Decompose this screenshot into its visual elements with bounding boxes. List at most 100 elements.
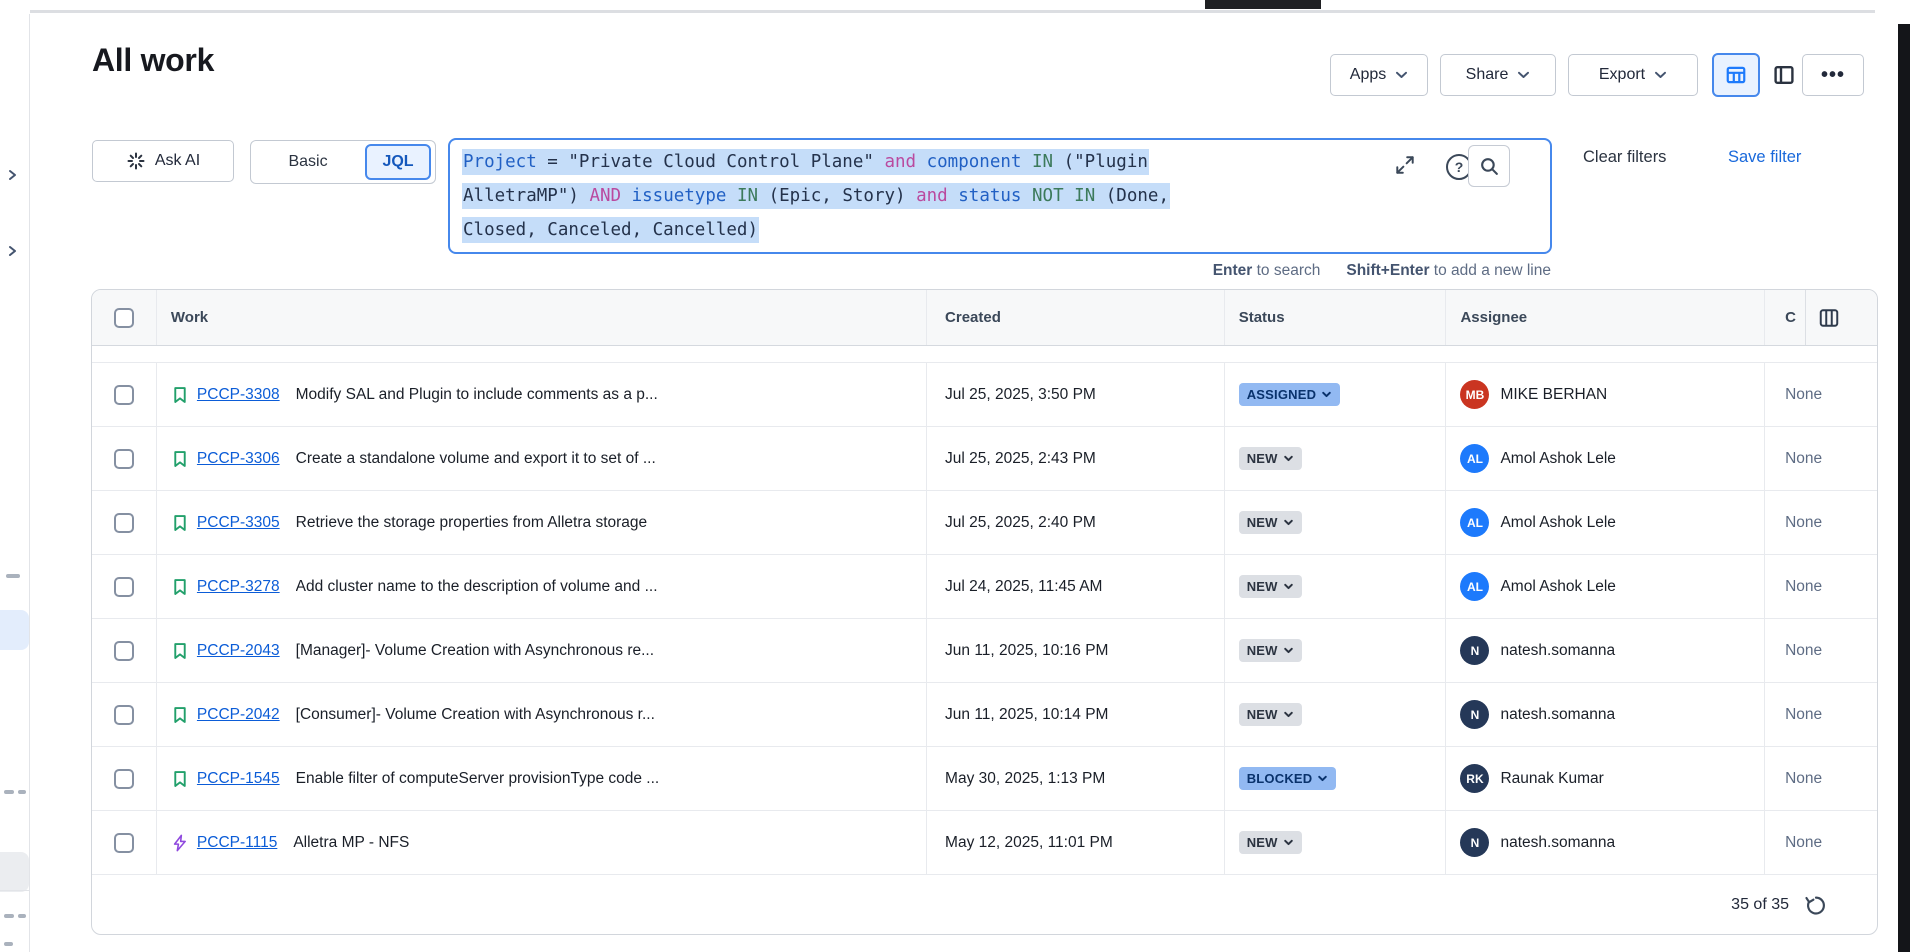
jql-editor[interactable]: Project = "Private Cloud Control Plane" … bbox=[448, 138, 1552, 254]
extra-column-value: None bbox=[1785, 706, 1822, 724]
table-row[interactable]: PCCP-3308 Modify SAL and Plugin to inclu… bbox=[92, 363, 1877, 427]
export-button-label: Export bbox=[1599, 66, 1645, 84]
issue-key-link[interactable]: PCCP-3278 bbox=[197, 578, 280, 596]
jql-token: and bbox=[884, 152, 916, 172]
jql-query-text[interactable]: Project = "Private Cloud Control Plane" … bbox=[450, 140, 1550, 252]
status-badge[interactable]: NEW bbox=[1239, 703, 1302, 726]
jql-selection-highlight: Project = "Private Cloud Control Plane" … bbox=[462, 149, 1149, 175]
avatar: N bbox=[1460, 828, 1489, 857]
column-header-created[interactable]: Created bbox=[927, 290, 1225, 345]
extra-column-value: None bbox=[1785, 770, 1822, 788]
jql-line: Project = "Private Cloud Control Plane" … bbox=[462, 145, 1538, 179]
tab-basic[interactable]: Basic bbox=[251, 153, 365, 171]
apps-button[interactable]: Apps bbox=[1330, 54, 1428, 96]
column-header-truncated[interactable]: C bbox=[1765, 290, 1877, 345]
table-row[interactable]: PCCP-1545 Enable filter of computeServer… bbox=[92, 747, 1877, 811]
issue-summary[interactable]: Create a standalone volume and export it… bbox=[296, 450, 656, 468]
issue-summary[interactable]: Modify SAL and Plugin to include comment… bbox=[296, 386, 658, 404]
row-checkbox[interactable] bbox=[114, 769, 134, 789]
assignee-name: natesh.somanna bbox=[1500, 642, 1615, 660]
row-checkbox[interactable] bbox=[114, 385, 134, 405]
list-view-toggle[interactable] bbox=[1712, 53, 1760, 97]
column-header-work[interactable]: Work bbox=[157, 290, 927, 345]
detail-view-toggle[interactable] bbox=[1766, 57, 1802, 93]
configure-columns-button[interactable] bbox=[1818, 307, 1840, 329]
table-row[interactable]: PCCP-3306 Create a standalone volume and… bbox=[92, 427, 1877, 491]
chevron-right-icon[interactable] bbox=[5, 168, 19, 182]
hint-shift-enter: Shift+Enter bbox=[1346, 262, 1429, 279]
jql-token: (Epic, Story) bbox=[758, 186, 916, 206]
sidebar-item-selected[interactable] bbox=[0, 610, 29, 650]
row-checkbox[interactable] bbox=[114, 641, 134, 661]
refresh-button[interactable] bbox=[1803, 892, 1829, 918]
issue-summary[interactable]: Enable filter of computeServer provision… bbox=[296, 770, 660, 788]
issue-key-link[interactable]: PCCP-3306 bbox=[197, 450, 280, 468]
issue-summary[interactable]: [Consumer]- Volume Creation with Asynchr… bbox=[296, 706, 655, 724]
row-checkbox[interactable] bbox=[114, 705, 134, 725]
expand-icon[interactable] bbox=[1394, 154, 1416, 176]
status-badge[interactable]: NEW bbox=[1239, 639, 1302, 662]
story-icon bbox=[171, 514, 189, 532]
status-badge[interactable]: NEW bbox=[1239, 447, 1302, 470]
table-row[interactable]: PCCP-3305 Retrieve the storage propertie… bbox=[92, 491, 1877, 555]
status-badge[interactable]: BLOCKED bbox=[1239, 767, 1337, 790]
assignee-name: Amol Ashok Lele bbox=[1500, 450, 1615, 468]
jql-token: Project bbox=[463, 152, 537, 172]
status-badge[interactable]: NEW bbox=[1239, 831, 1302, 854]
row-checkbox[interactable] bbox=[114, 833, 134, 853]
more-actions-button[interactable]: ••• bbox=[1802, 54, 1864, 96]
table-row[interactable]: PCCP-1115 Alletra MP - NFS May 12, 2025,… bbox=[92, 811, 1877, 875]
pinned-column-divider bbox=[1805, 290, 1806, 345]
jql-token bbox=[621, 186, 632, 206]
column-header-status[interactable]: Status bbox=[1225, 290, 1447, 345]
row-checkbox[interactable] bbox=[114, 577, 134, 597]
row-checkbox[interactable] bbox=[114, 449, 134, 469]
column-header-status-label: Status bbox=[1239, 309, 1285, 326]
tab-jql[interactable]: JQL bbox=[365, 144, 431, 180]
table-row[interactable]: PCCP-3278 Add cluster name to the descri… bbox=[92, 555, 1877, 619]
chevron-down-icon bbox=[1654, 71, 1667, 79]
export-button[interactable]: Export bbox=[1568, 54, 1698, 96]
status-badge[interactable]: ASSIGNED bbox=[1239, 383, 1341, 406]
avatar: AL bbox=[1460, 508, 1489, 537]
column-header-truncated-label: C bbox=[1785, 309, 1796, 326]
issue-key-link[interactable]: PCCP-1115 bbox=[197, 834, 277, 852]
issue-key-link[interactable]: PCCP-3308 bbox=[197, 386, 280, 404]
issue-key-link[interactable]: PCCP-1545 bbox=[197, 770, 280, 788]
issue-summary[interactable]: Add cluster name to the description of v… bbox=[296, 578, 658, 596]
status-badge[interactable]: NEW bbox=[1239, 575, 1302, 598]
issue-summary[interactable]: [Manager]- Volume Creation with Asynchro… bbox=[296, 642, 654, 660]
jql-line: Closed, Canceled, Cancelled) bbox=[462, 213, 1538, 247]
created-date: Jul 25, 2025, 2:43 PM bbox=[945, 450, 1096, 468]
avatar: AL bbox=[1460, 572, 1489, 601]
issue-summary[interactable]: Retrieve the storage properties from All… bbox=[296, 514, 648, 532]
right-edge-artifact bbox=[1898, 24, 1910, 952]
chevron-down-icon bbox=[1283, 647, 1294, 655]
issue-summary[interactable]: Alletra MP - NFS bbox=[293, 834, 409, 852]
column-header-assignee[interactable]: Assignee bbox=[1446, 290, 1765, 345]
issue-key-link[interactable]: PCCP-2043 bbox=[197, 642, 280, 660]
apps-button-label: Apps bbox=[1350, 66, 1386, 84]
avatar: N bbox=[1460, 636, 1489, 665]
save-filter-button[interactable]: Save filter bbox=[1728, 148, 1801, 167]
search-submit-button[interactable] bbox=[1468, 145, 1510, 187]
table-row[interactable]: PCCP-2042 [Consumer]- Volume Creation wi… bbox=[92, 683, 1877, 747]
table-row[interactable]: PCCP-2043 [Manager]- Volume Creation wit… bbox=[92, 619, 1877, 683]
sidebar-item-hover[interactable] bbox=[0, 852, 29, 892]
column-header-created-label: Created bbox=[945, 309, 1001, 326]
extra-column-value: None bbox=[1785, 578, 1822, 596]
chevron-down-icon bbox=[1517, 71, 1530, 79]
status-label: NEW bbox=[1247, 451, 1278, 466]
clear-filters-button[interactable]: Clear filters bbox=[1583, 148, 1666, 167]
row-checkbox[interactable] bbox=[114, 513, 134, 533]
share-button[interactable]: Share bbox=[1440, 54, 1556, 96]
chevron-right-icon[interactable] bbox=[5, 244, 19, 258]
created-date: Jul 24, 2025, 11:45 AM bbox=[945, 578, 1102, 596]
issue-key-link[interactable]: PCCP-3305 bbox=[197, 514, 280, 532]
ask-ai-button[interactable]: Ask AI bbox=[92, 140, 234, 182]
work-items-table: Work Created Status Assignee C PCCP-3308… bbox=[91, 289, 1878, 935]
issue-key-link[interactable]: PCCP-2042 bbox=[197, 706, 280, 724]
avatar: RK bbox=[1460, 764, 1489, 793]
select-all-checkbox[interactable] bbox=[114, 308, 134, 328]
status-badge[interactable]: NEW bbox=[1239, 511, 1302, 534]
